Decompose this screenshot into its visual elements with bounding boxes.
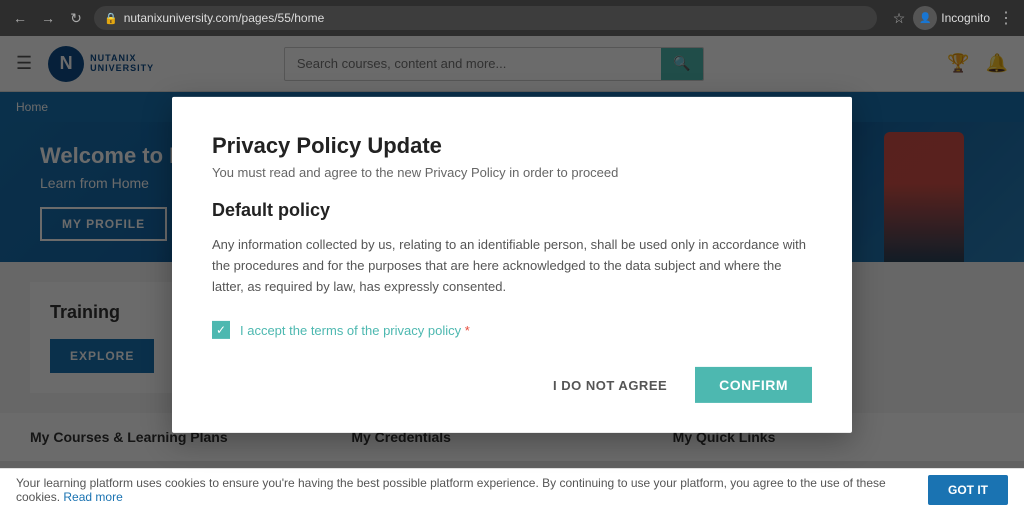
privacy-policy-modal: Privacy Policy Update You must read and … bbox=[172, 97, 852, 433]
refresh-button[interactable]: ↻ bbox=[66, 8, 86, 28]
forward-button[interactable]: → bbox=[38, 8, 58, 28]
modal-title: Privacy Policy Update bbox=[212, 133, 812, 159]
accept-checkbox[interactable]: ✓ bbox=[212, 321, 230, 339]
modal-subtitle: You must read and agree to the new Priva… bbox=[212, 165, 812, 180]
lock-icon: 🔒 bbox=[104, 12, 118, 25]
browser-menu-icon[interactable]: ⋮ bbox=[998, 8, 1014, 28]
policy-title: Default policy bbox=[212, 200, 812, 221]
incognito-indicator: 👤 Incognito bbox=[913, 6, 990, 30]
cookie-bar: Your learning platform uses cookies to e… bbox=[0, 468, 1024, 510]
browser-chrome: ← → ↻ 🔒 nutanixuniversity.com/pages/55/h… bbox=[0, 0, 1024, 36]
policy-text: Any information collected by us, relatin… bbox=[212, 235, 812, 297]
checkbox-label: I accept the terms of the privacy policy… bbox=[240, 323, 470, 338]
incognito-label: Incognito bbox=[941, 11, 990, 25]
do-not-agree-button[interactable]: I DO NOT AGREE bbox=[537, 368, 683, 403]
cookie-text: Your learning platform uses cookies to e… bbox=[16, 476, 916, 504]
checkbox-row: ✓ I accept the terms of the privacy poli… bbox=[212, 321, 812, 339]
back-button[interactable]: ← bbox=[10, 8, 30, 28]
url-text: nutanixuniversity.com/pages/55/home bbox=[124, 11, 325, 25]
bookmark-icon[interactable]: ☆ bbox=[893, 10, 906, 27]
address-bar[interactable]: 🔒 nutanixuniversity.com/pages/55/home bbox=[94, 6, 877, 30]
got-it-button[interactable]: GOT IT bbox=[928, 475, 1008, 505]
incognito-avatar: 👤 bbox=[913, 6, 937, 30]
read-more-link[interactable]: Read more bbox=[63, 490, 122, 504]
modal-actions: I DO NOT AGREE CONFIRM bbox=[212, 367, 812, 403]
confirm-button[interactable]: CONFIRM bbox=[695, 367, 812, 403]
